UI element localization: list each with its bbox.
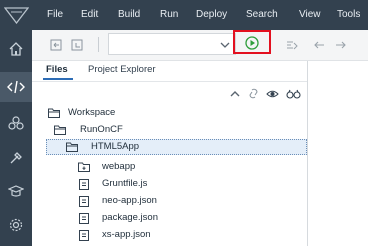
link-icon[interactable] bbox=[247, 87, 260, 100]
menu-deploy[interactable]: Deploy bbox=[196, 0, 227, 30]
tools-icon bbox=[10, 152, 22, 164]
folder-open-icon bbox=[66, 142, 78, 152]
learning-icon bbox=[8, 185, 24, 197]
learning-button[interactable] bbox=[0, 176, 32, 206]
tree-item-label: xs-app.json bbox=[102, 229, 151, 240]
collapse-icon[interactable] bbox=[229, 88, 241, 100]
development-button[interactable] bbox=[0, 72, 32, 102]
active-tab-indicator bbox=[43, 78, 73, 80]
tree-item-package[interactable]: package.json bbox=[75, 210, 301, 226]
tree-item-label: HTML5App bbox=[91, 141, 140, 152]
back-icon[interactable] bbox=[312, 38, 326, 52]
tree-item-label: Gruntfile.js bbox=[102, 178, 148, 189]
menu-edit[interactable]: Edit bbox=[81, 0, 98, 30]
undo-icon[interactable] bbox=[50, 38, 64, 52]
menu-bar: File Edit Build Run Deploy Search View T… bbox=[0, 0, 368, 30]
menu-search[interactable]: Search bbox=[246, 0, 278, 30]
tree-item-workspace[interactable]: Workspace bbox=[46, 105, 301, 121]
tab-files[interactable]: Files bbox=[46, 62, 68, 78]
home-icon bbox=[9, 42, 23, 56]
file-icon bbox=[79, 230, 89, 241]
menu-build[interactable]: Build bbox=[118, 0, 140, 30]
editor-area[interactable] bbox=[308, 61, 368, 246]
file-icon bbox=[79, 196, 89, 207]
show-hidden-icon[interactable] bbox=[266, 88, 279, 100]
forward-icon[interactable] bbox=[334, 38, 348, 52]
folder-open-icon bbox=[54, 125, 66, 135]
run-highlight-box bbox=[233, 30, 271, 54]
menu-file[interactable]: File bbox=[47, 0, 63, 30]
tree-item-label: package.json bbox=[102, 212, 158, 223]
folder-closed-icon bbox=[78, 162, 90, 172]
home-button[interactable] bbox=[0, 34, 32, 64]
tree-item-xs-app[interactable]: xs-app.json bbox=[75, 227, 301, 243]
tab-divider bbox=[32, 81, 307, 82]
preferences-button[interactable] bbox=[0, 210, 32, 240]
file-icon bbox=[79, 179, 89, 190]
tools-button[interactable] bbox=[0, 143, 32, 173]
activity-bar bbox=[0, 30, 32, 246]
run-config-select[interactable] bbox=[108, 33, 236, 55]
toolbar-separator bbox=[98, 37, 99, 52]
tab-project-explorer[interactable]: Project Explorer bbox=[88, 62, 156, 78]
development-icon bbox=[7, 80, 25, 94]
preferences-icon bbox=[9, 218, 23, 232]
tree-item-label: neo-app.json bbox=[102, 195, 157, 206]
dropdown-icon[interactable] bbox=[218, 38, 232, 52]
tree-item-label: RunOnCF bbox=[80, 124, 123, 135]
menu-tools[interactable]: Tools bbox=[337, 0, 360, 30]
folder-open-icon bbox=[48, 108, 60, 118]
redo-icon[interactable] bbox=[71, 38, 85, 52]
tree-item-gruntfile[interactable]: Gruntfile.js bbox=[75, 176, 301, 192]
tree-item-html5app[interactable]: HTML5App bbox=[64, 139, 301, 155]
tree-item-label: webapp bbox=[102, 161, 136, 172]
tree-item-neo-app[interactable]: neo-app.json bbox=[75, 193, 301, 209]
debug-icon[interactable] bbox=[285, 38, 299, 52]
search-icon[interactable] bbox=[286, 88, 301, 100]
plugins-button[interactable] bbox=[0, 108, 32, 138]
plugins-icon bbox=[8, 116, 24, 130]
tree-item-runoncf[interactable]: RunOnCF bbox=[52, 122, 301, 138]
menu-view[interactable]: View bbox=[299, 0, 321, 30]
tree-item-webapp[interactable]: webapp bbox=[75, 159, 301, 175]
menu-run[interactable]: Run bbox=[160, 0, 178, 30]
file-icon bbox=[79, 213, 89, 224]
sap-logo-icon[interactable] bbox=[4, 7, 29, 24]
tree-item-label: Workspace bbox=[68, 107, 116, 118]
